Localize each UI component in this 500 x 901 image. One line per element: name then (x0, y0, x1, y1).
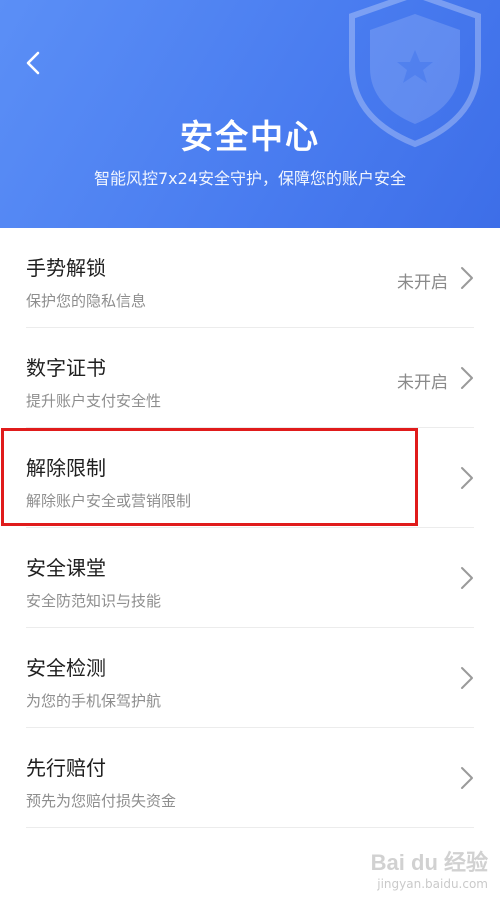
item-title: 安全课堂 (26, 556, 106, 580)
chevron-right-icon (461, 367, 473, 389)
item-title: 安全检测 (26, 656, 106, 680)
item-status: 未开启 (397, 373, 448, 393)
security-menu-list: 手势解锁 保护您的隐私信息 未开启 数字证书 提升账户支付安全性 未开启 解除限… (0, 228, 500, 828)
item-title: 解除限制 (26, 456, 106, 480)
list-item-advance-compensation[interactable]: 先行赔付 预先为您赔付损失资金 (0, 728, 500, 828)
watermark-url: jingyan.baidu.com (377, 877, 488, 891)
list-item-security-classroom[interactable]: 安全课堂 安全防范知识与技能 (0, 528, 500, 628)
page-title: 安全中心 (180, 117, 320, 156)
list-item-remove-restrictions[interactable]: 解除限制 解除账户安全或营销限制 (0, 428, 500, 528)
chevron-right-icon (461, 667, 473, 689)
chevron-right-icon (461, 567, 473, 589)
chevron-right-icon (461, 767, 473, 789)
list-item-security-check[interactable]: 安全检测 为您的手机保驾护航 (0, 628, 500, 728)
item-title: 数字证书 (26, 356, 106, 380)
baidu-jingyan-watermark: Bai du 经验 jingyan.baidu.com (371, 845, 488, 891)
item-description: 为您的手机保驾护航 (26, 692, 162, 710)
item-status: 未开启 (397, 273, 448, 293)
chevron-right-icon (461, 467, 473, 489)
list-item-gesture-unlock[interactable]: 手势解锁 保护您的隐私信息 未开启 (0, 228, 500, 328)
item-title: 先行赔付 (26, 756, 106, 780)
header-banner: 安全中心 智能风控7x24安全守护，保障您的账户安全 (0, 0, 500, 228)
item-description: 保护您的隐私信息 (26, 292, 147, 310)
watermark-logo: Bai du 经验 (370, 850, 488, 875)
item-title: 手势解锁 (26, 256, 106, 280)
item-description: 解除账户安全或营销限制 (26, 492, 192, 510)
chevron-right-icon (461, 267, 473, 289)
chevron-left-icon (26, 51, 40, 75)
item-description: 提升账户支付安全性 (26, 392, 162, 410)
item-description: 预先为您赔付损失资金 (26, 792, 177, 810)
page-subtitle: 智能风控7x24安全守护，保障您的账户安全 (93, 169, 406, 188)
item-description: 安全防范知识与技能 (26, 592, 162, 610)
list-item-digital-certificate[interactable]: 数字证书 提升账户支付安全性 未开启 (0, 328, 500, 428)
back-button[interactable] (18, 46, 48, 80)
